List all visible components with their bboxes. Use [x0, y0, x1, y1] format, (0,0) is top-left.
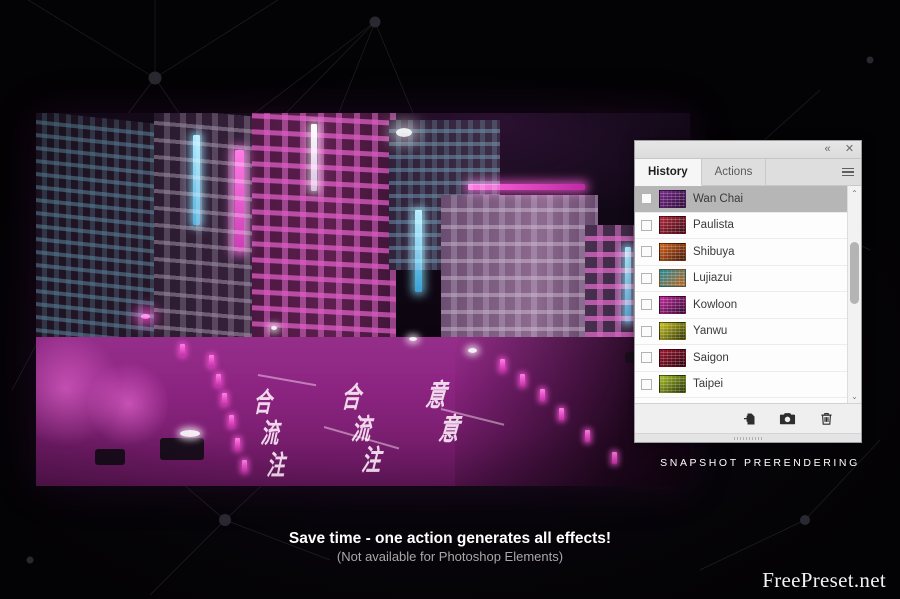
neon-sign-magenta-2 — [467, 183, 586, 190]
history-row[interactable]: Paulista — [635, 212, 847, 239]
history-row-label: Lujiazui — [693, 272, 732, 285]
history-row[interactable]: Saigon — [635, 345, 847, 372]
vehicle-headlight — [179, 430, 200, 438]
vehicle-headlight — [408, 336, 417, 341]
pedestrian-glow — [271, 325, 278, 330]
history-row-checkbox[interactable] — [641, 272, 652, 284]
history-row-thumbnail — [659, 216, 686, 235]
history-row-thumbnail — [659, 189, 686, 208]
vehicle-headlight — [467, 347, 477, 353]
neon-sign-cyan-3 — [624, 247, 631, 322]
neon-sign-white-1 — [310, 124, 317, 192]
scrollbar-thumb[interactable] — [850, 241, 859, 304]
streetlamp-glow — [395, 127, 412, 137]
history-row[interactable]: Taipei — [635, 371, 847, 398]
traffic-cone — [228, 415, 234, 428]
scrollbar-track[interactable] — [848, 200, 861, 389]
history-row-label: Shibuya — [693, 245, 735, 258]
history-row-checkbox[interactable] — [641, 246, 652, 258]
close-icon[interactable]: ✕ — [843, 143, 856, 156]
traffic-cone — [215, 374, 221, 387]
camera-snapshot-icon[interactable] — [779, 410, 796, 427]
tab-history[interactable]: History — [635, 159, 702, 186]
tagline-secondary: (Not available for Photoshop Elements) — [336, 549, 564, 564]
history-row-label: Paulista — [693, 219, 734, 232]
grip-dots — [734, 436, 762, 440]
history-row-checkbox[interactable] — [641, 299, 652, 311]
traffic-cone — [539, 389, 545, 402]
tab-spacer — [766, 159, 835, 185]
history-row-label: Wan Chai — [693, 192, 744, 205]
history-row[interactable]: Yanwu — [635, 318, 847, 345]
history-row-checkbox[interactable] — [641, 219, 652, 231]
history-row-label: Kowloon — [693, 298, 738, 311]
history-row-checkbox[interactable] — [641, 378, 652, 390]
snapshot-prerendering-label: SNAPSHOT PRERENDERING — [660, 457, 860, 469]
vehicle — [94, 448, 125, 465]
traffic-cone — [519, 374, 525, 387]
tagline-primary: Save time - one action generates all eff… — [288, 530, 612, 547]
site-watermark: FreePreset.net — [762, 568, 886, 592]
history-row-label: Saigon — [693, 351, 729, 364]
tab-actions[interactable]: Actions — [702, 159, 767, 185]
history-row-thumbnail — [659, 348, 686, 367]
preview-photo: 合 流 注 合 流 注 意 意 — [36, 113, 690, 486]
history-row-label: Taipei — [693, 378, 724, 391]
history-row-thumbnail — [659, 295, 686, 314]
panel-titlebar: « ✕ — [635, 141, 861, 159]
panel-scrollbar[interactable]: ⌃ ⌄ — [847, 186, 861, 403]
history-panel[interactable]: « ✕ History Actions Wan Chai Paulista Shib… — [634, 140, 862, 443]
trash-icon[interactable] — [818, 410, 835, 427]
neon-sign-cyan-2 — [415, 209, 423, 293]
history-row-thumbnail — [659, 269, 686, 288]
traffic-cone — [559, 407, 565, 420]
history-row-thumbnail — [659, 375, 686, 394]
panel-body: Wan Chai Paulista Shibuya Lujiazui Kowloon Ya… — [635, 186, 861, 403]
scroll-down-arrow[interactable]: ⌄ — [848, 389, 861, 403]
history-row-thumbnail — [659, 322, 686, 341]
traffic-cone — [222, 392, 228, 405]
traffic-cone — [585, 430, 591, 443]
panel-menu-icon[interactable] — [835, 159, 861, 185]
history-row-checkbox[interactable] — [641, 193, 652, 205]
history-row[interactable]: Kowloon — [635, 292, 847, 319]
vehicle — [160, 437, 205, 460]
scroll-up-arrow[interactable]: ⌃ — [848, 186, 861, 200]
traffic-cone — [242, 459, 247, 472]
hamburger-icon — [842, 166, 854, 179]
traffic-cone — [179, 344, 185, 357]
history-row[interactable]: Wan Chai — [635, 186, 847, 213]
history-row[interactable]: Shibuya — [635, 239, 847, 266]
history-row-label: Yanwu — [693, 325, 728, 338]
panel-resize-grip[interactable] — [635, 433, 861, 442]
panel-footer — [635, 403, 861, 433]
neon-sign-cyan-1 — [192, 135, 200, 225]
photo-canvas: 合 流 注 合 流 注 意 意 — [36, 113, 690, 486]
traffic-cone — [235, 437, 241, 450]
history-row[interactable]: Lujiazui — [635, 265, 847, 292]
neon-sign-magenta-1 — [235, 150, 245, 251]
traffic-cone — [611, 452, 617, 465]
history-row-thumbnail — [659, 242, 686, 261]
panel-tabs: History Actions — [635, 159, 861, 186]
history-row-checkbox[interactable] — [641, 352, 652, 364]
traffic-cone — [500, 359, 506, 372]
foreground-tree — [88, 359, 169, 450]
traffic-cone — [209, 355, 215, 368]
history-row-checkbox[interactable] — [641, 325, 652, 337]
collapse-icon[interactable]: « — [821, 143, 834, 156]
new-document-from-state-icon[interactable] — [740, 410, 757, 427]
history-list[interactable]: Wan Chai Paulista Shibuya Lujiazui Kowloon Ya… — [635, 186, 847, 403]
